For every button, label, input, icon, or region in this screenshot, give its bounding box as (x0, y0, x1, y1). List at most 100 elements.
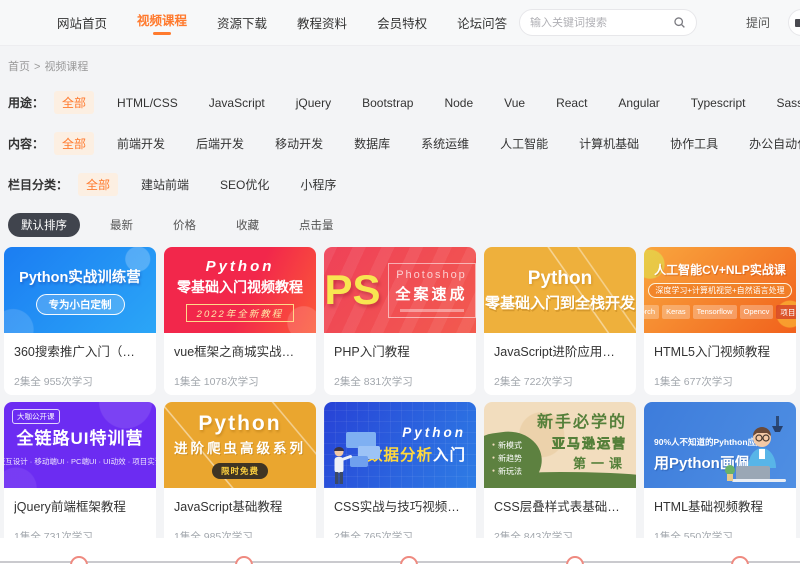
cover-decoration (400, 309, 464, 312)
nav-item[interactable]: 会员特权 (377, 7, 427, 38)
filter-option[interactable]: Vue (496, 93, 533, 113)
cover-tag: Pytorch (644, 305, 659, 319)
cover-tag: Tensorflow (693, 305, 737, 319)
course-cover: PS Photoshop 全案速成 (324, 247, 476, 333)
course-meta: 1集全 1078次学习 (174, 374, 306, 389)
filter-option[interactable]: React (548, 93, 595, 113)
nav-item[interactable]: 教程资料 (297, 7, 347, 38)
course-card[interactable]: Python 进阶爬虫高级系列 限时免费 JavaScript基础教程 1集全 … (164, 402, 316, 550)
partial-button[interactable] (788, 9, 800, 36)
sort-option[interactable]: 价格 (163, 213, 206, 237)
course-cover: 大咖公开课 全链路UI特训营 交互设计 · 移动端UI · PC端UI · UI… (4, 402, 156, 488)
course-card[interactable]: 新模式新趋势新玩法 新手必学的 亚马逊运营 第一课 CSS层叠样式表基础教程 2… (484, 402, 636, 550)
filter-option[interactable]: 小程序 (292, 173, 344, 196)
course-card[interactable]: PS Photoshop 全案速成 PHP入门教程 2集全 831次学习 VIP… (324, 247, 476, 395)
filter-option[interactable]: 移动开发 (267, 132, 331, 155)
cover-bullet: 新玩法 (492, 466, 522, 479)
nav-item[interactable]: 资源下载 (217, 7, 267, 38)
sort-bar: 默认排序最新价格收藏点击量 (0, 205, 800, 237)
footer-service-icon (235, 556, 253, 564)
course-card[interactable]: 大咖公开课 全链路UI特训营 交互设计 · 移动端UI · PC端UI · UI… (4, 402, 156, 550)
nav-item[interactable]: 论坛问答 (457, 7, 507, 38)
course-info: HTML5入门视频教程 1集全 677次学习 VIP免费 (644, 333, 796, 395)
filter-option[interactable]: Bootstrap (354, 93, 421, 113)
filter-option[interactable]: 全部 (54, 132, 94, 155)
filter-option[interactable]: SEO优化 (212, 173, 277, 196)
cover-tags: PytorchKerasTensorflowOpencv项目实战 (644, 305, 796, 319)
course-card[interactable]: Python 数据分析入门 CSS实战与技巧视频教程 2集全 765次学习 ¥0… (324, 402, 476, 550)
search-box[interactable] (519, 9, 697, 36)
breadcrumb-separator: > (34, 61, 40, 73)
course-meta: 2集全 722次学习 (494, 374, 626, 389)
filter-option[interactable]: 全部 (78, 173, 118, 196)
sort-option[interactable]: 最新 (100, 213, 143, 237)
sort-option[interactable]: 默认排序 (8, 213, 80, 237)
partial-button-icon (795, 19, 800, 27)
course-card[interactable]: Python 零基础入门视频教程 2022年全新教程 vue框架之商城实战教程 … (164, 247, 316, 395)
cover-title: Python实战训练营 (19, 266, 141, 287)
course-meta: 1集全 677次学习 (654, 374, 786, 389)
filter-options: 全部前端开发后端开发移动开发数据库系统运维人工智能计算机基础协作工具办公自动化大… (54, 132, 800, 155)
cover-tag: Opencv (740, 305, 774, 319)
course-card[interactable]: 人工智能CV+NLP实战课 深度学习+计算机视觉+自然语言处理 PytorchK… (644, 247, 796, 395)
course-cover: 新模式新趋势新玩法 新手必学的 亚马逊运营 第一课 (484, 402, 636, 488)
cover-subtitle: Photoshop (396, 269, 468, 281)
course-card[interactable]: Python 零基础入门到全栈开发 JavaScript进阶应用教程 2集全 7… (484, 247, 636, 395)
cover-title: Python (528, 268, 592, 290)
course-cover: 人工智能CV+NLP实战课 深度学习+计算机视觉+自然语言处理 PytorchK… (644, 247, 796, 333)
filter-option[interactable]: Sass/Less (768, 93, 800, 113)
main-nav: 网站首页视频课程资源下载教程资料会员特权论坛问答 (57, 4, 507, 41)
cover-bullets: 新模式新趋势新玩法 (492, 440, 522, 478)
footer-service-icon (731, 556, 749, 564)
filter-row-usage: 用途： 全部HTML/CSSJavaScriptjQueryBootstrapN… (8, 82, 792, 123)
cover-bullet: 新趋势 (492, 453, 522, 466)
filter-option[interactable]: Angular (610, 93, 667, 113)
cover-subtitle: 零基础入门视频教程 (177, 277, 303, 297)
filter-option[interactable]: 前端开发 (109, 132, 173, 155)
course-card[interactable]: 90%人不知道的Pyhthon应用 用Python画佩奇 HTML基础视频教程 … (644, 402, 796, 550)
filter-option[interactable]: Typescript (683, 93, 754, 113)
cover-subtitle: 零基础入门到全栈开发 (485, 292, 635, 313)
filter-option[interactable]: 后端开发 (188, 132, 252, 155)
cover-badge: 深度学习+计算机视觉+自然语言处理 (648, 283, 791, 298)
course-info: 360搜索推广入门（基础课） 2集全 955次学习 ¥10 (4, 333, 156, 395)
cover-title: Python (206, 258, 275, 275)
nav-item[interactable]: 网站首页 (57, 7, 107, 38)
cover-frame: Photoshop 全案速成 (388, 263, 476, 318)
course-meta: 2集全 955次学习 (14, 374, 146, 389)
cover-badge: 限时免费 (212, 463, 268, 479)
course-title: CSS实战与技巧视频教程 (334, 496, 466, 515)
search-input[interactable] (530, 17, 673, 29)
filter-option[interactable]: jQuery (288, 93, 339, 113)
cover-text: 新手必学的 亚马逊运营 第一课 (537, 408, 627, 472)
filter-options: 全部建站前端 SEO优化小程序 (78, 173, 344, 196)
course-cover: Python 数据分析入门 (324, 402, 476, 488)
filter-label: 内容： (8, 135, 44, 152)
filter-option[interactable]: 办公自动化 (741, 132, 800, 155)
sort-option[interactable]: 点击量 (289, 213, 344, 237)
breadcrumb-home[interactable]: 首页 (8, 61, 30, 73)
filter-option[interactable]: JavaScript (201, 93, 273, 113)
course-title: vue框架之商城实战教程 (174, 341, 306, 360)
cover-badge: 2022年全新教程 (186, 304, 295, 322)
filter-option[interactable]: 数据库 (346, 132, 398, 155)
python-peppa-illustration (724, 416, 794, 488)
filter-option[interactable]: Node (436, 93, 481, 113)
filter-option[interactable]: 协作工具 (662, 132, 726, 155)
filter-option[interactable]: 建站前端 (133, 173, 197, 196)
ask-question-link[interactable]: 提问 (746, 14, 770, 31)
course-grid: Python实战训练营 专为小白定制 360搜索推广入门（基础课） 2集全 95… (0, 237, 800, 550)
cover-title: 全链路UI特训营 (17, 424, 144, 449)
filter-option[interactable]: 系统运维 (413, 132, 477, 155)
course-cover: Python实战训练营 专为小白定制 (4, 247, 156, 333)
filter-option[interactable]: HTML/CSS (109, 93, 186, 113)
sort-option[interactable]: 收藏 (226, 213, 269, 237)
search-icon[interactable] (673, 16, 686, 29)
footer-service-icon (566, 556, 584, 564)
course-title: HTML基础视频教程 (654, 496, 786, 515)
course-card[interactable]: Python实战训练营 专为小白定制 360搜索推广入门（基础课） 2集全 95… (4, 247, 156, 395)
filter-option[interactable]: 全部 (54, 91, 94, 114)
filter-option[interactable]: 计算机基础 (571, 132, 647, 155)
filter-option[interactable]: 人工智能 (492, 132, 556, 155)
nav-item[interactable]: 视频课程 (137, 4, 187, 41)
